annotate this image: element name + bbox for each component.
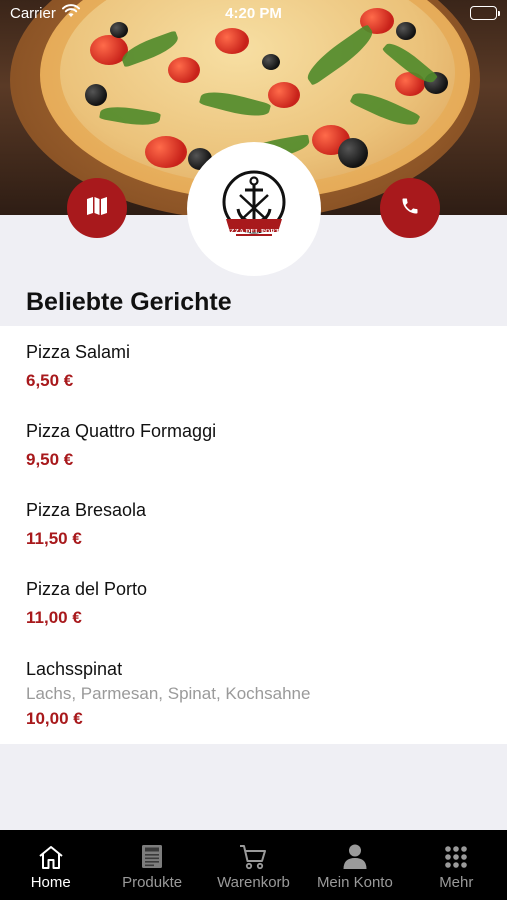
phone-button[interactable]: [380, 178, 440, 238]
tab-label: Mein Konto: [316, 874, 393, 891]
user-icon: [342, 843, 368, 870]
clock: 4:20 PM: [225, 5, 282, 22]
tab-label: Warenkorb: [217, 874, 290, 891]
list-item[interactable]: Pizza Salami 6,50 €: [26, 342, 487, 391]
list-item[interactable]: Pizza del Porto 11,00 €: [26, 579, 487, 628]
list-item[interactable]: Pizza Quattro Formaggi 9,50 €: [26, 421, 487, 470]
map-button[interactable]: [67, 178, 127, 238]
section-title: Beliebte Gerichte: [26, 288, 232, 316]
restaurant-logo: PIZZA DEL PORTO: [187, 142, 321, 276]
dish-price: 9,50 €: [26, 450, 74, 469]
dish-name: Pizza del Porto: [26, 579, 148, 599]
dish-price: 10,00 €: [26, 709, 83, 728]
dish-price: 11,00 €: [26, 608, 82, 627]
tab-label: Produkte: [122, 874, 183, 891]
dish-name: Lachsspinat: [26, 659, 123, 679]
phone-icon: [400, 196, 420, 221]
battery-icon: [470, 6, 500, 20]
list-item[interactable]: Pizza Bresaola 11,50 €: [26, 500, 487, 549]
dish-price: 11,50 €: [26, 529, 82, 548]
tab-bar: Home Produkte Warenkorb Mein Konto Mehr: [0, 830, 507, 900]
cart-icon: [238, 843, 268, 870]
anchor-logo-icon: [222, 170, 286, 236]
list-item[interactable]: Lachsspinat Lachs, Parmesan, Spinat, Koc…: [26, 659, 487, 729]
dish-name: Pizza Salami: [26, 342, 131, 362]
tab-produkte[interactable]: Produkte: [101, 830, 202, 900]
map-icon: [86, 196, 108, 221]
logo-text: PIZZA DEL PORTO: [223, 228, 285, 235]
menu-card-icon: [140, 843, 164, 870]
tab-mehr[interactable]: Mehr: [406, 830, 507, 900]
tab-mein-konto[interactable]: Mein Konto: [304, 830, 405, 900]
home-icon: [37, 843, 65, 870]
dish-price: 6,50 €: [26, 371, 74, 390]
dish-list: Pizza Salami 6,50 € Pizza Quattro Formag…: [0, 326, 507, 744]
grid-icon: [444, 843, 468, 870]
status-bar: Carrier 4:20 PM: [0, 0, 507, 26]
tab-home[interactable]: Home: [0, 830, 101, 900]
dish-description: Lachs, Parmesan, Spinat, Kochsahne: [26, 684, 311, 703]
tab-warenkorb[interactable]: Warenkorb: [203, 830, 304, 900]
dish-name: Pizza Bresaola: [26, 500, 147, 520]
dish-name: Pizza Quattro Formaggi: [26, 421, 217, 441]
tab-label: Home: [30, 874, 71, 891]
tab-label: Mehr: [439, 874, 474, 891]
